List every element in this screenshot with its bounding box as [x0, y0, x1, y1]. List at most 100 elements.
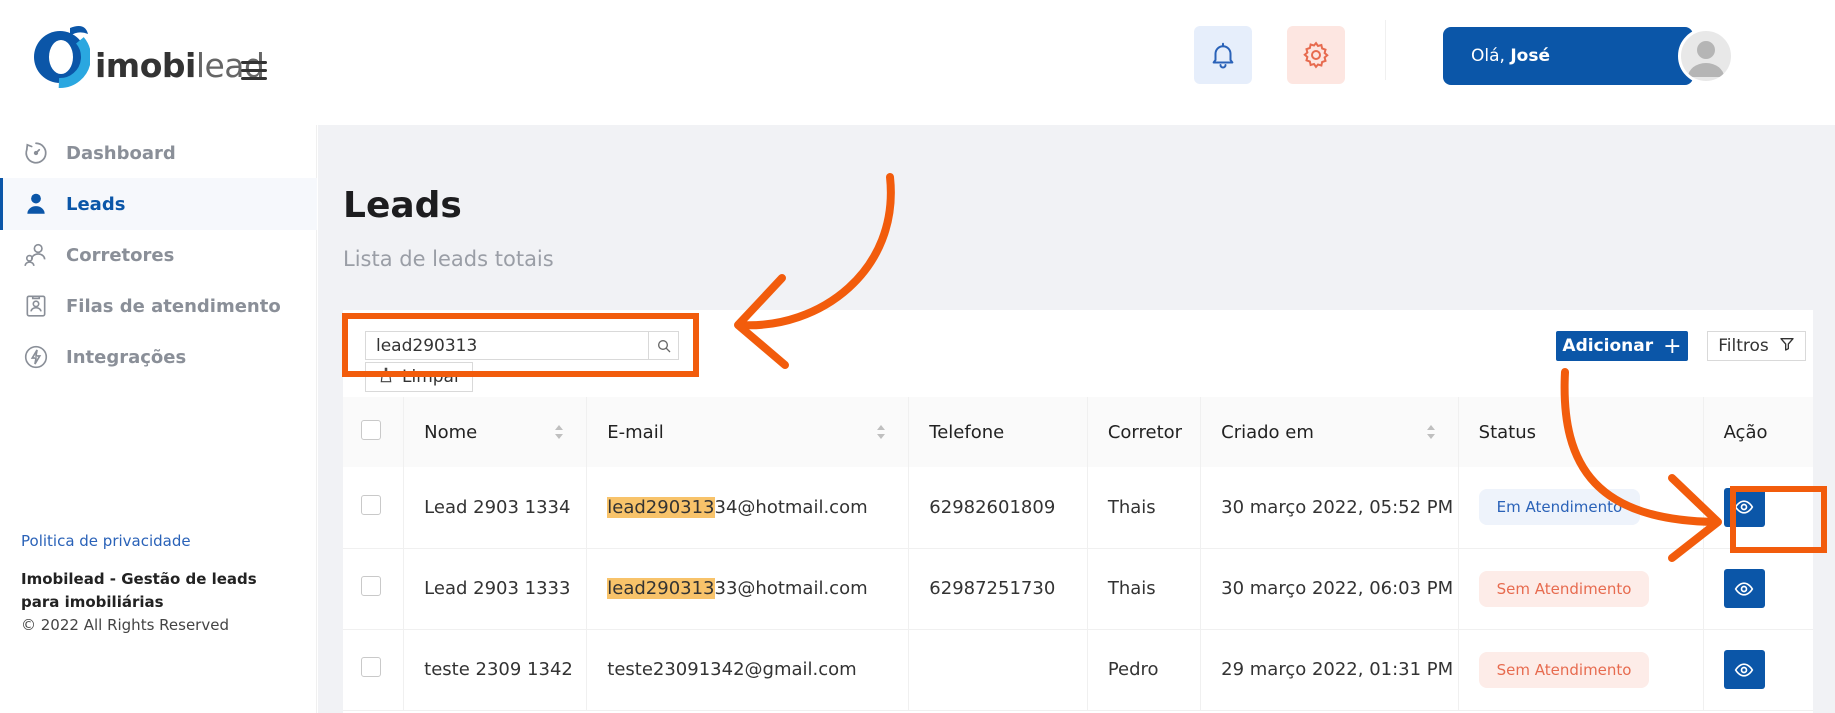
user-name: José [1510, 46, 1550, 66]
column-header-acao: Ação [1723, 421, 1768, 443]
sort-icon[interactable] [876, 423, 886, 441]
cell-telefone [908, 629, 1088, 710]
cell-nome: Lead 2903 1333 [403, 548, 588, 629]
settings-button[interactable] [1287, 26, 1345, 84]
status-badge: Sem Atendimento [1478, 570, 1650, 607]
search-button[interactable] [648, 332, 678, 359]
filter-icon [1779, 336, 1795, 357]
copyright-text: © 2022 All Rights Reserved [21, 616, 229, 634]
column-header-email[interactable]: E-mail [586, 397, 910, 467]
sidebar-item-leads[interactable]: Leads [0, 178, 317, 230]
row-select-cell [343, 548, 405, 629]
cell-nome: teste 2309 1342 [403, 629, 588, 710]
sidebar-item-filas[interactable]: Filas de atendimento [0, 280, 317, 332]
column-header-nome[interactable]: Nome [403, 397, 588, 467]
sidebar-item-dashboard[interactable]: Dashboard [0, 127, 317, 179]
cell-email: lead29031334@hotmail.com [586, 467, 910, 548]
row-checkbox[interactable] [361, 576, 381, 596]
table-row: teste 2309 1342 teste23091342@gmail.com … [343, 629, 1813, 710]
cell-acao [1703, 629, 1813, 710]
select-all-cell [343, 397, 405, 467]
page-subtitle: Lista de leads totais [343, 247, 554, 271]
column-header-telefone: Telefone [908, 397, 1088, 467]
sidebar-item-corretores[interactable]: Corretores [0, 229, 317, 281]
dashboard-icon [22, 139, 50, 167]
cell-email: teste23091342@gmail.com [586, 629, 910, 710]
sort-icon[interactable] [554, 423, 564, 441]
row-checkbox[interactable] [361, 494, 381, 515]
clear-label: Limpar [402, 367, 461, 387]
plus-icon: + [1663, 333, 1682, 359]
row-checkbox[interactable] [361, 657, 381, 677]
column-header-status: Status [1458, 397, 1704, 467]
cell-telefone: 62982601809 [908, 467, 1088, 548]
notifications-button[interactable] [1194, 26, 1252, 84]
cell-acao [1703, 467, 1813, 548]
add-label: Adicionar [1562, 336, 1654, 356]
leads-table: Nome E-mail Telefone Corretor Criado em … [343, 397, 1813, 711]
avatar[interactable] [1678, 28, 1734, 84]
add-lead-button[interactable]: Adicionar + [1556, 331, 1688, 361]
cell-corretor: Pedro [1087, 629, 1202, 710]
row-select-cell [343, 467, 405, 548]
sidebar-item-label: Leads [66, 193, 126, 215]
gear-icon [1303, 41, 1329, 69]
search-highlight: lead290313 [607, 578, 715, 599]
sidebar-item-label: Filas de atendimento [66, 295, 281, 317]
bolt-icon [22, 343, 50, 371]
view-lead-button[interactable] [1723, 569, 1765, 608]
user-avatar-icon [1688, 41, 1724, 77]
top-bar: imobilead Olá, José [0, 0, 1835, 125]
view-lead-button[interactable] [1723, 487, 1765, 527]
column-header-corretor: Corretor [1087, 397, 1202, 467]
cell-nome: Lead 2903 1334 [403, 467, 588, 548]
sort-icon[interactable] [1426, 423, 1436, 441]
cell-criado: 30 março 2022, 06:03 PM [1200, 548, 1459, 629]
eye-icon [1734, 581, 1754, 596]
search-highlight: lead290313 [607, 496, 715, 518]
table-header-row: Nome E-mail Telefone Corretor Criado em … [343, 397, 1813, 467]
sidebar-item-label: Dashboard [66, 142, 176, 164]
menu-toggle-icon[interactable] [241, 61, 267, 81]
privacy-link[interactable]: Politica de privacidade [21, 532, 191, 550]
sidebar-item-integracoes[interactable]: Integrações [0, 331, 317, 383]
search-box [365, 331, 679, 360]
filter-label: Filtros [1718, 336, 1769, 356]
cell-criado: 29 março 2022, 01:31 PM [1200, 629, 1459, 710]
status-badge: Em Atendimento [1478, 489, 1641, 526]
cell-acao [1703, 548, 1813, 629]
divider [1385, 20, 1386, 80]
eye-icon [1734, 500, 1754, 514]
row-select-cell [343, 629, 405, 710]
cell-corretor: Thais [1087, 548, 1202, 629]
search-input[interactable] [366, 332, 648, 359]
column-header-criado[interactable]: Criado em [1200, 397, 1459, 467]
view-lead-button[interactable] [1723, 650, 1765, 689]
cell-telefone: 62987251730 [908, 548, 1088, 629]
logo-text: imobilead [95, 46, 265, 85]
leads-card: Limpar Adicionar + Filtros Nome E-mail [343, 310, 1813, 713]
people-icon [22, 241, 50, 269]
sidebar-item-label: Corretores [66, 244, 175, 266]
eye-icon [1734, 662, 1754, 677]
user-menu[interactable]: Olá, José [1443, 27, 1693, 85]
select-all-checkbox[interactable] [361, 419, 381, 440]
bell-icon [1212, 42, 1234, 69]
status-badge: Sem Atendimento [1478, 651, 1650, 688]
cell-criado: 30 março 2022, 05:52 PM [1200, 467, 1459, 548]
table-row: Lead 2903 1333 lead29031333@hotmail.com … [343, 548, 1813, 629]
page-title: Leads [343, 185, 462, 226]
imobilead-logo[interactable] [30, 20, 90, 90]
queue-icon [22, 292, 50, 320]
table-row: Lead 2903 1334 lead29031334@hotmail.com … [343, 467, 1813, 548]
user-icon [22, 190, 50, 218]
clear-button[interactable]: Limpar [365, 362, 473, 392]
filters-button[interactable]: Filtros [1707, 331, 1806, 361]
greeting-text: Olá, [1471, 46, 1505, 66]
cell-corretor: Thais [1087, 467, 1202, 548]
cell-status: Em Atendimento [1458, 467, 1704, 548]
company-name: Imobilead - Gestão de leads para imobili… [21, 570, 257, 611]
broom-icon [378, 367, 394, 388]
cell-email: lead29031333@hotmail.com [586, 548, 910, 629]
cell-status: Sem Atendimento [1458, 629, 1704, 710]
